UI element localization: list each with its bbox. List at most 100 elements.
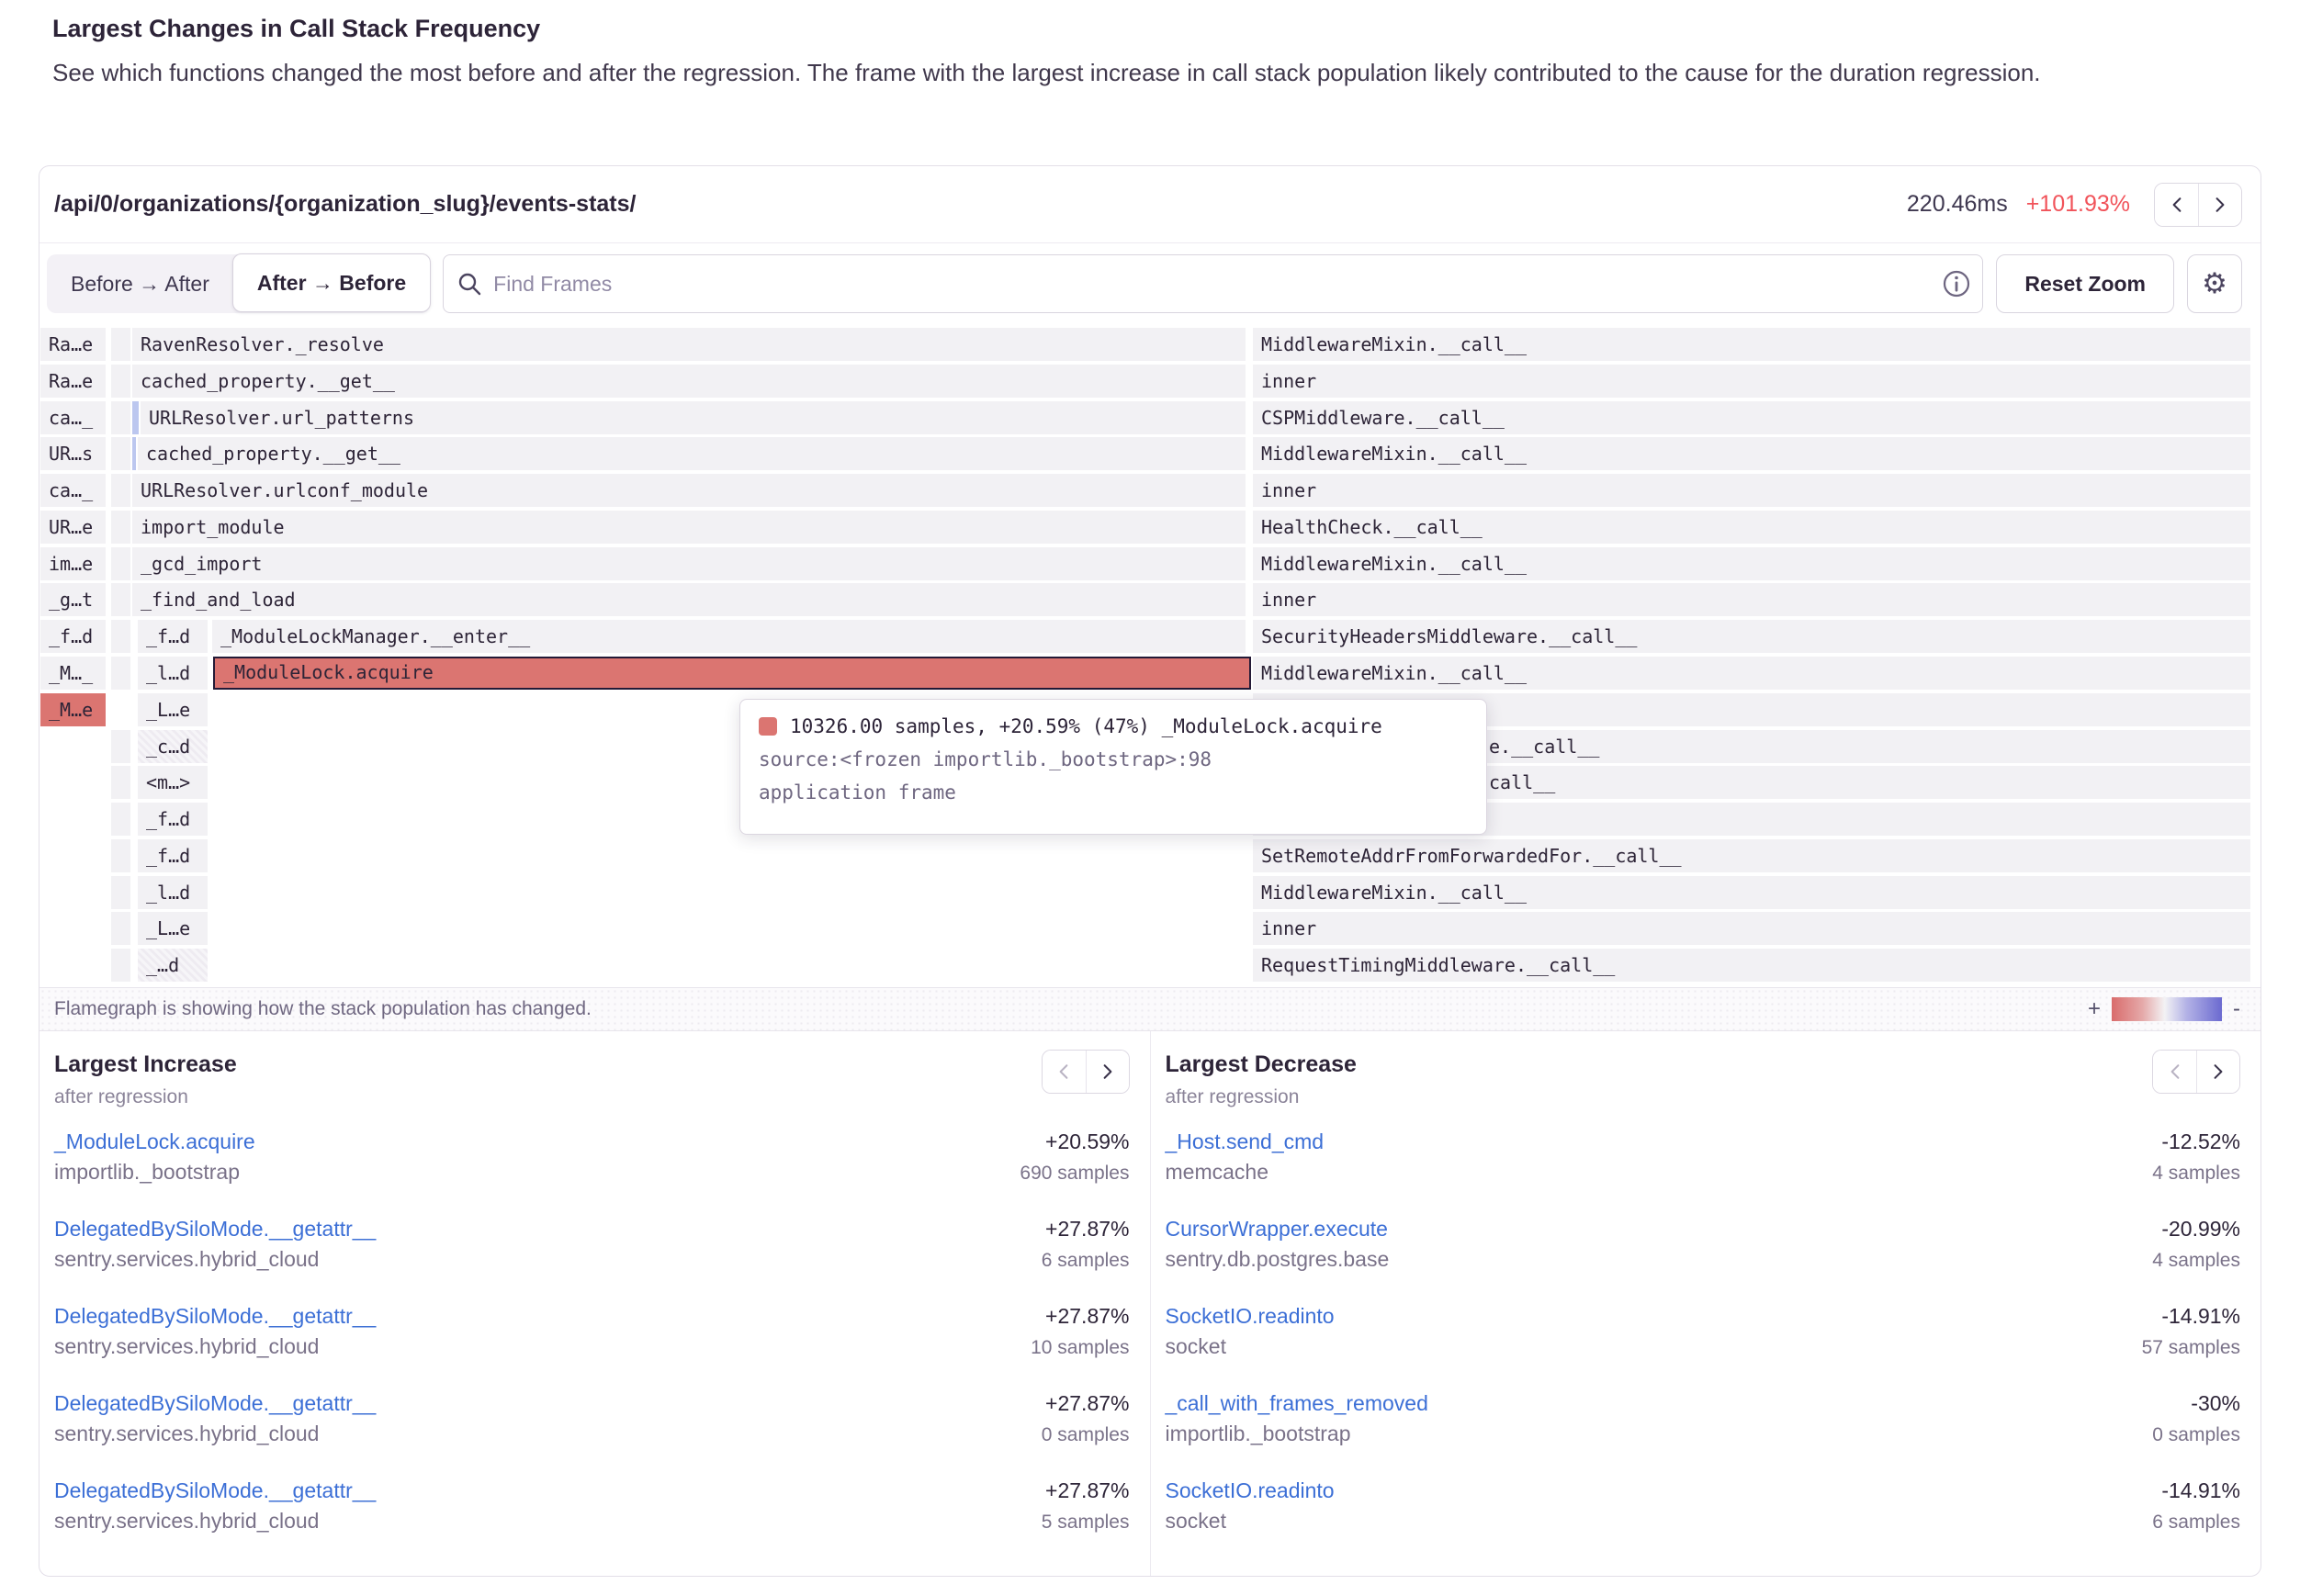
next-button[interactable] [2198,184,2241,226]
flame-frame[interactable] [111,949,130,982]
flame-frame[interactable]: _c…d [138,730,208,763]
flame-frame[interactable]: _f…d [138,803,208,836]
flame-frame[interactable] [111,328,130,361]
flame-frame[interactable]: _L…e [138,912,208,945]
flame-frame[interactable]: _f…d [138,620,208,653]
previous-button[interactable] [2155,184,2198,226]
sample-count: 690 samples [1020,1158,1129,1188]
flame-frame[interactable] [111,583,130,616]
largest-decrease-subtitle: after regression [1166,1086,1357,1108]
flame-frame[interactable] [111,474,130,507]
flamegraph-canvas[interactable]: Ra…eRavenResolver._resolveMiddlewareMixi… [39,324,2261,987]
function-link[interactable]: SocketIO.readinto [1166,1476,1335,1506]
flame-frame[interactable]: ca…_ [40,474,106,507]
flame-frame[interactable] [111,766,130,799]
flame-frame[interactable]: MiddlewareMixin.__call__ [1253,876,2250,909]
next-button[interactable] [1086,1051,1129,1093]
flame-frame[interactable]: _l…d [138,657,208,690]
flame-frame-selected[interactable]: _ModuleLock.acquire [213,657,1251,690]
flame-frame[interactable]: inner [1253,474,2250,507]
flame-frame[interactable]: im…e [40,547,106,580]
next-button[interactable] [2196,1051,2239,1093]
info-icon[interactable] [1942,269,1971,303]
flame-frame[interactable]: SecurityHeadersMiddleware.__call__ [1253,620,2250,653]
function-link[interactable]: CursorWrapper.execute [1166,1214,1388,1244]
flame-frame[interactable] [111,657,130,690]
flame-frame[interactable]: _gcd_import [132,547,1246,580]
flame-frame[interactable]: SetRemoteAddrFromForwardedFor.__call__ [1253,839,2250,872]
flame-row: _f…d_f…d_ModuleLockManager.__enter__Secu… [39,620,2261,653]
decrease-entries: _Host.send_cmd-12.52%memcache4 samplesCu… [1166,1127,2241,1537]
flame-frame[interactable]: _find_and_load [132,583,1246,616]
function-link[interactable]: DelegatedBySiloMode.__getattr__ [54,1214,376,1244]
flame-frame[interactable]: MiddlewareMixin.__call__ [1253,547,2250,580]
page-title: Largest Changes in Call Stack Frequency [52,15,2248,43]
flame-frame[interactable] [111,876,130,909]
settings-button[interactable]: ⚙ [2187,254,2242,313]
flame-frame[interactable] [111,437,130,470]
flame-frame[interactable] [111,511,130,544]
flame-frame[interactable]: inner [1253,365,2250,398]
flame-frame-new[interactable] [132,437,136,470]
list-item: SocketIO.readinto-14.91%socket6 samples [1166,1476,2241,1537]
flame-frame[interactable] [111,912,130,945]
previous-button[interactable] [1043,1051,1086,1093]
flame-frame[interactable]: UR…s [40,437,106,470]
flame-frame[interactable] [111,620,130,653]
flame-frame[interactable]: _l…d [138,876,208,909]
function-link[interactable]: _Host.send_cmd [1166,1127,1325,1157]
flame-row: _g…t _find_and_loadinner [39,583,2261,616]
flame-frame[interactable]: cached_property.__get__ [132,365,1246,398]
flame-frame[interactable]: HealthCheck.__call__ [1253,511,2250,544]
flame-frame[interactable] [111,547,130,580]
flame-frame[interactable]: inner [1253,912,2250,945]
flame-frame[interactable]: Ra…e [40,328,106,361]
flame-frame-new[interactable] [132,401,139,434]
flame-frame[interactable]: import_module [132,511,1246,544]
flame-frame[interactable]: RavenResolver._resolve [132,328,1246,361]
flame-frame[interactable]: URLResolver.urlconf_module [132,474,1246,507]
function-link[interactable]: DelegatedBySiloMode.__getattr__ [54,1301,376,1332]
flame-frame[interactable]: _M…_ [40,657,106,690]
after-before-toggle[interactable]: After → Before [232,253,431,312]
flame-frame[interactable]: MiddlewareMixin.__call__ [1253,437,2250,470]
before-after-toggle[interactable]: Before → After [47,254,233,313]
flame-frame[interactable]: _f…d [40,620,106,653]
flame-frame[interactable]: MiddlewareMixin.__call__ [1253,328,2250,361]
flame-frame[interactable] [111,401,130,434]
flame-frame[interactable]: _L…e [138,693,208,726]
flame-frame[interactable]: CSPMiddleware.__call__ [1253,401,2250,434]
flame-frame[interactable] [111,803,130,836]
function-link[interactable]: _ModuleLock.acquire [54,1127,255,1157]
flame-frame[interactable]: _f…d [138,839,208,872]
search-input[interactable] [443,254,1983,313]
flame-frame[interactable]: Ra…e [40,365,106,398]
function-link[interactable]: DelegatedBySiloMode.__getattr__ [54,1476,376,1506]
percent-change: +27.87% [1045,1476,1129,1506]
entry-sub-row: importlib._bootstrap690 samples [54,1157,1130,1188]
function-link[interactable]: SocketIO.readinto [1166,1301,1335,1332]
flame-frame[interactable]: URLResolver.url_patterns [141,401,1246,434]
flame-frame[interactable]: ca…_ [40,401,106,434]
flame-frame[interactable]: RequestTimingMiddleware.__call__ [1253,949,2250,982]
flame-frame[interactable] [111,365,130,398]
flame-frame[interactable]: _g…t [40,583,106,616]
reset-zoom-button[interactable]: Reset Zoom [1996,254,2174,313]
flame-frame[interactable]: _M…e [40,693,106,726]
flame-frame[interactable]: _…d [138,949,208,982]
flame-frame[interactable]: MiddlewareMixin.__call__ [1253,657,2250,690]
flame-frame[interactable]: cached_property.__get__ [138,437,1246,470]
flame-row: ca…_ URLResolver.urlconf_moduleinner [39,474,2261,507]
flame-frame[interactable]: UR…e [40,511,106,544]
flame-frame[interactable] [111,730,130,763]
flame-row: im…e _gcd_importMiddlewareMixin.__call__ [39,547,2261,580]
entry-sub-row: sentry.services.hybrid_cloud0 samples [54,1419,1130,1450]
function-link[interactable]: DelegatedBySiloMode.__getattr__ [54,1388,376,1419]
diff-color-legend: + - [2088,996,2240,1022]
previous-button[interactable] [2153,1051,2196,1093]
flame-frame[interactable]: <m…> [138,766,208,799]
flame-frame[interactable]: inner [1253,583,2250,616]
flame-frame[interactable]: _ModuleLockManager.__enter__ [212,620,1246,653]
function-link[interactable]: _call_with_frames_removed [1166,1388,1428,1419]
flame-frame[interactable] [111,839,130,872]
